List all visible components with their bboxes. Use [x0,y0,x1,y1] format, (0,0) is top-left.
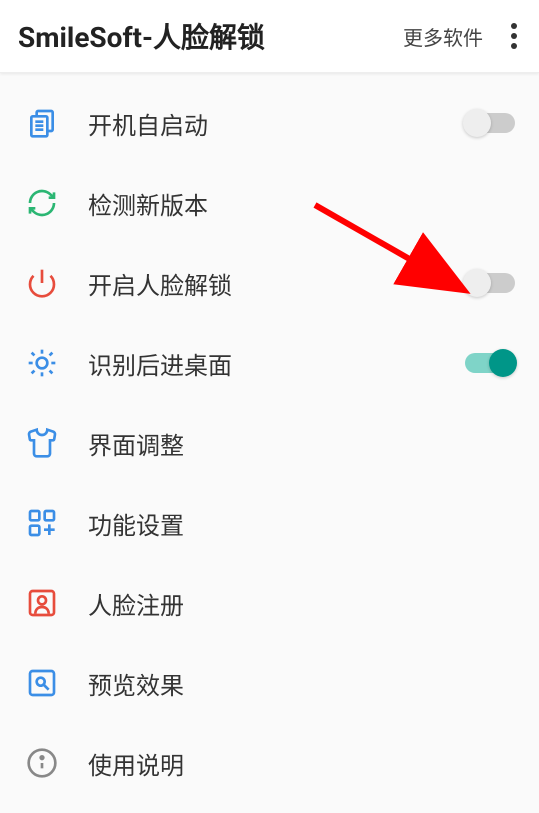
sun-icon [24,345,60,381]
overflow-menu-icon[interactable] [507,19,521,53]
setting-autostart[interactable]: 开机自启动 [0,83,539,163]
autostart-toggle[interactable] [465,113,515,133]
setting-check-update[interactable]: 检测新版本 [0,163,539,243]
more-apps-link[interactable]: 更多软件 [403,22,483,51]
setting-label: 界面调整 [88,426,515,461]
person-icon [24,585,60,621]
setting-ui-adjust[interactable]: 界面调整 [0,403,539,483]
setting-label: 使用说明 [88,746,515,781]
face-unlock-toggle[interactable] [465,273,515,293]
app-title: SmileSoft-人脸解锁 [18,16,265,56]
power-icon [24,265,60,301]
refresh-icon [24,185,60,221]
setting-face-register[interactable]: 人脸注册 [0,563,539,643]
setting-label: 开机自启动 [88,106,437,141]
setting-function[interactable]: 功能设置 [0,483,539,563]
setting-label: 检测新版本 [88,186,515,221]
copy-icon [24,105,60,141]
grid-icon [24,505,60,541]
app-header: SmileSoft-人脸解锁 更多软件 [0,0,539,73]
setting-label: 预览效果 [88,666,515,701]
setting-instructions[interactable]: 使用说明 [0,723,539,803]
setting-label: 人脸注册 [88,586,515,621]
preview-icon [24,665,60,701]
header-actions: 更多软件 [403,19,521,53]
setting-preview[interactable]: 预览效果 [0,643,539,723]
setting-label: 识别后进桌面 [88,346,437,381]
shirt-icon [24,425,60,461]
setting-label: 开启人脸解锁 [88,266,437,301]
setting-go-desktop[interactable]: 识别后进桌面 [0,323,539,403]
settings-list: 开机自启动 检测新版本 开启人脸解锁 [0,73,539,803]
setting-enable-face-unlock[interactable]: 开启人脸解锁 [0,243,539,323]
setting-label: 功能设置 [88,506,515,541]
info-icon [24,745,60,781]
desktop-toggle[interactable] [465,353,515,373]
